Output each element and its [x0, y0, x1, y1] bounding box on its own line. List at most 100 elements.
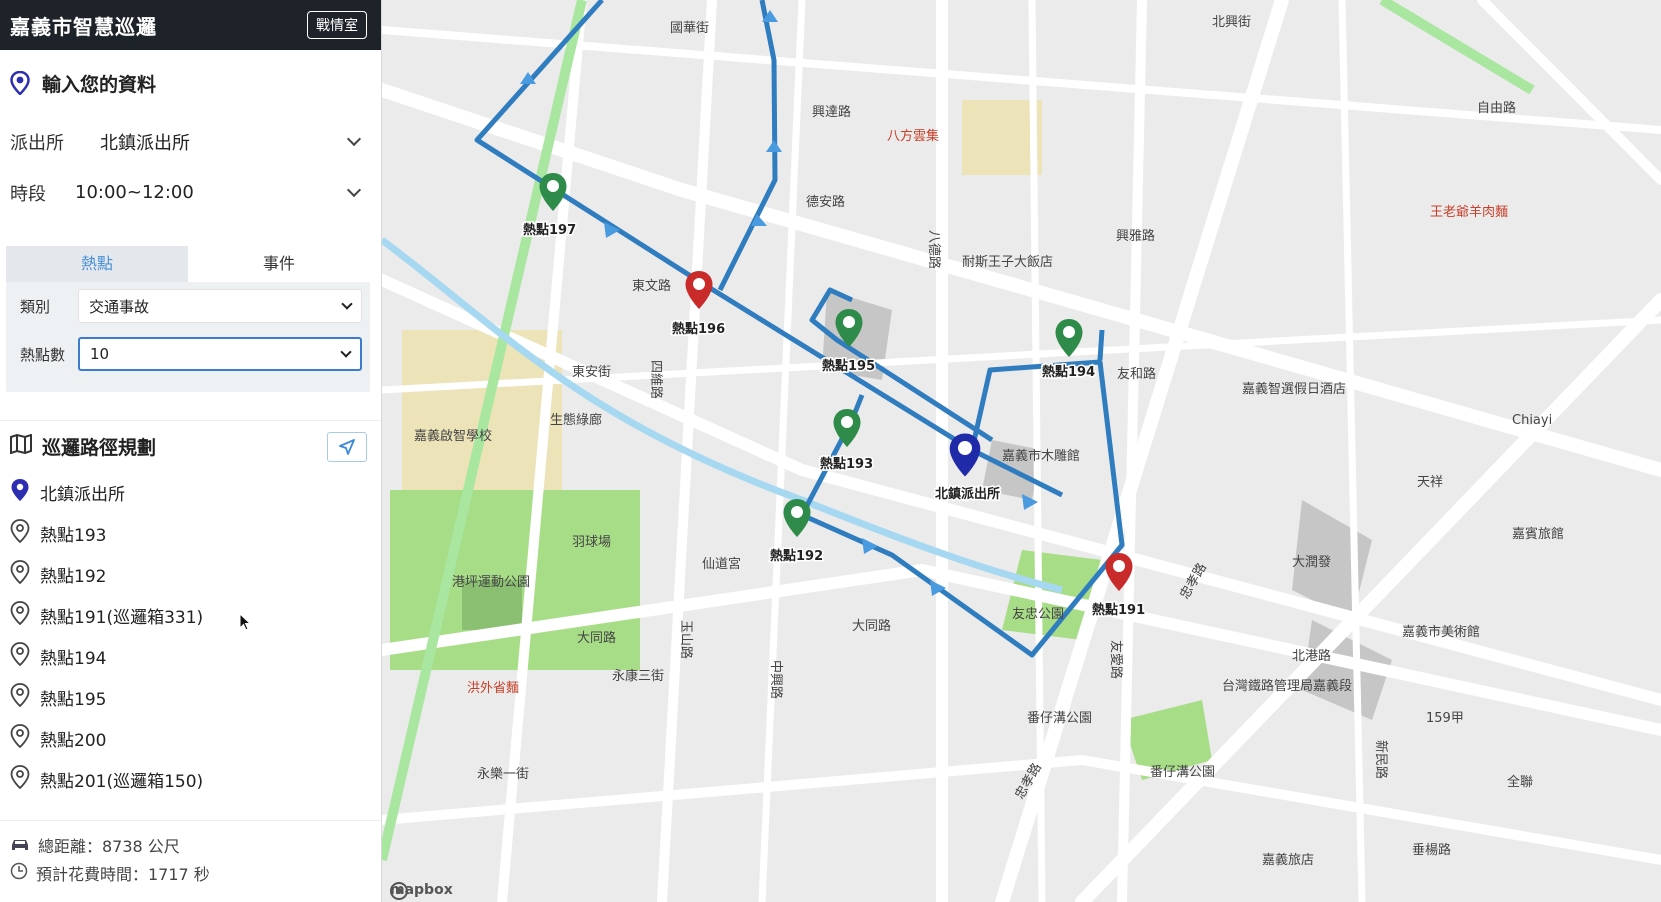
place-dongshi: 嘉義智選假日酒店 [1242, 381, 1346, 397]
station-field: 派出所 北鎮派出所 [0, 116, 381, 167]
clock-icon [10, 862, 28, 884]
filter-tabs: 熱點 事件 [6, 246, 370, 282]
place-dachang: 大潤發 [1292, 555, 1331, 570]
place-wangjing: 王老爺羊肉麵 [1430, 204, 1508, 220]
mouse-cursor-icon [239, 612, 252, 635]
place-fanzai-park: 番仔溝公園 [1027, 711, 1092, 726]
place-sports-park: 港坪運動公園 [452, 575, 530, 590]
road-zhongxing: 中興路 [768, 660, 784, 699]
hotspot-pin-icon [10, 683, 30, 712]
road-yonglo: 永樂一街 [477, 766, 529, 782]
tab-event[interactable]: 事件 [188, 246, 370, 282]
route-item[interactable]: 北鎮派出所 [0, 472, 381, 513]
hotspot-count-select[interactable]: 10 [78, 337, 362, 371]
marker-hotspot-193[interactable]: 熱點193 [819, 409, 875, 474]
app-title: 嘉義市智慧巡邏 [10, 14, 157, 39]
route-summary: 總距離：8738 公尺 預計花費時間：1717 秒 [0, 820, 381, 887]
place-museum: 嘉義市木雕館 [1002, 448, 1080, 464]
distance-row: 總距離：8738 公尺 [10, 831, 371, 859]
marker-label-196: 熱點196 [672, 321, 725, 337]
info-section-heading: 輸入您的資料 [0, 50, 381, 116]
hotspot-pin-icon [10, 642, 30, 671]
car-icon [10, 836, 30, 855]
route-item[interactable]: 熱點193 [0, 513, 381, 554]
route-item-label: 熱點191(巡邏箱331) [40, 608, 204, 628]
chevron-down-icon [346, 182, 362, 197]
total-distance: 總距離：8738 公尺 [38, 837, 180, 856]
period-label: 時段 [10, 183, 46, 205]
road-chuichang: 垂楊路 [1412, 842, 1451, 858]
route-item[interactable]: 熱點194 [0, 636, 381, 677]
road-bade: 八德路 [926, 230, 942, 269]
road-xingya: 興雅路 [1116, 228, 1155, 244]
count-value: 10 [90, 345, 110, 363]
place-hongshi: 洪外省麵 [467, 681, 519, 696]
category-label: 類別 [20, 297, 51, 316]
place-art-museum: 嘉義市美術館 [1402, 624, 1480, 640]
hotspot-pin-icon [10, 519, 30, 548]
war-room-button[interactable]: 戰情室 [307, 11, 367, 39]
place-fangyuan: 八方雲集 [887, 128, 939, 144]
sidebar: 嘉義市智慧巡邏 戰情室 輸入您的資料 派出所 北鎮派出所 時段 10:00~12… [0, 0, 382, 902]
chevron-down-icon [341, 298, 353, 310]
category-select[interactable]: 交通事故 [78, 289, 362, 323]
road-dongan: 東安街 [572, 364, 611, 380]
place-school: 嘉義啟智學校 [414, 428, 492, 444]
route-item-label: 熱點200 [40, 731, 107, 751]
marker-hotspot-196[interactable]: 熱點196 [671, 271, 727, 339]
road-guofu: 國華街 [670, 21, 709, 36]
marker-label-192: 熱點192 [770, 548, 823, 564]
route-list: 北鎮派出所 熱點193 熱點192 熱點191(巡邏箱331) 熱點194 熱點195 熱點… [0, 472, 381, 800]
hotspot-pin-icon [10, 724, 30, 753]
location-pin-icon [10, 71, 30, 95]
count-label: 熱點數 [20, 345, 66, 364]
route-item[interactable]: 熱點192 [0, 554, 381, 595]
navigate-button[interactable] [327, 431, 367, 462]
map-canvas[interactable]: 嘉義啟智學校 生態綠廊 羽球場 港坪運動公園 耐斯王子大飯店 嘉義市木雕館 友忠… [382, 0, 1661, 902]
route-item-label: 熱點201(巡邏箱150) [40, 772, 204, 792]
mapbox-icon [390, 882, 408, 900]
place-rail-bureau: 台灣鐵路管理局嘉義段 [1222, 678, 1352, 694]
map-book-icon [10, 433, 32, 459]
place-fanzai-park2: 番仔溝公園 [1150, 765, 1215, 780]
period-field: 時段 10:00~12:00 [0, 167, 381, 218]
category-row: 類別 交通事故 [6, 282, 370, 330]
road-youhe: 友和路 [1117, 366, 1156, 382]
hotspot-pin-icon [10, 560, 30, 589]
filter-panel: 熱點 事件 類別 交通事故 熱點數 10 [6, 246, 370, 392]
period-select[interactable]: 10:00~12:00 [75, 182, 365, 203]
hotspot-pin-icon [10, 765, 30, 794]
map-svg: 嘉義啟智學校 生態綠廊 羽球場 港坪運動公園 耐斯王子大飯店 嘉義市木雕館 友忠… [382, 0, 1661, 902]
top-bar: 嘉義市智慧巡邏 戰情室 [0, 0, 381, 50]
tab-hotspot[interactable]: 熱點 [6, 246, 188, 282]
road-wenhua: 東文路 [632, 278, 671, 294]
route-item[interactable]: 熱點191(巡邏箱331) [0, 595, 381, 636]
road-tianjin: 天祥 [1417, 475, 1443, 490]
count-row: 熱點數 10 [6, 330, 370, 378]
road-dahe: 大同路 [577, 630, 616, 646]
place-shengtai: 生態綠廊 [550, 412, 602, 428]
station-select[interactable]: 北鎮派出所 [100, 129, 365, 155]
road-ziyou: 自由路 [1477, 100, 1516, 116]
place-guest: 嘉義旅店 [1262, 852, 1314, 868]
road-minsheng: 新民路 [1373, 740, 1389, 779]
route-item[interactable]: 熱點195 [0, 677, 381, 718]
route-item[interactable]: 熱點201(巡邏箱150) [0, 759, 381, 800]
route-item[interactable]: 熱點200 [0, 718, 381, 759]
info-heading-text: 輸入您的資料 [42, 73, 157, 96]
road-sijie: 四維路 [648, 360, 664, 399]
marker-label-station: 北鎮派出所 [935, 486, 1000, 502]
marker-label-191: 熱點191 [1092, 602, 1145, 618]
time-row: 預計花費時間：1717 秒 [10, 859, 371, 887]
road-datong: 大同路 [852, 618, 891, 634]
road-yonghe: 興達路 [812, 104, 851, 120]
place-shandao: 仙道宮 [702, 556, 741, 572]
mapbox-logo: mapbox [390, 882, 453, 900]
hotspot-pin-icon [10, 601, 30, 630]
period-value: 10:00~12:00 [75, 182, 194, 203]
road-dexing: 德安路 [806, 194, 845, 210]
place-youzhong-park: 友忠公園 [1012, 606, 1064, 622]
marker-label-197: 熱點197 [523, 222, 576, 238]
road-beixin: 北港路 [1292, 648, 1331, 664]
marker-label-193: 熱點193 [820, 456, 873, 472]
